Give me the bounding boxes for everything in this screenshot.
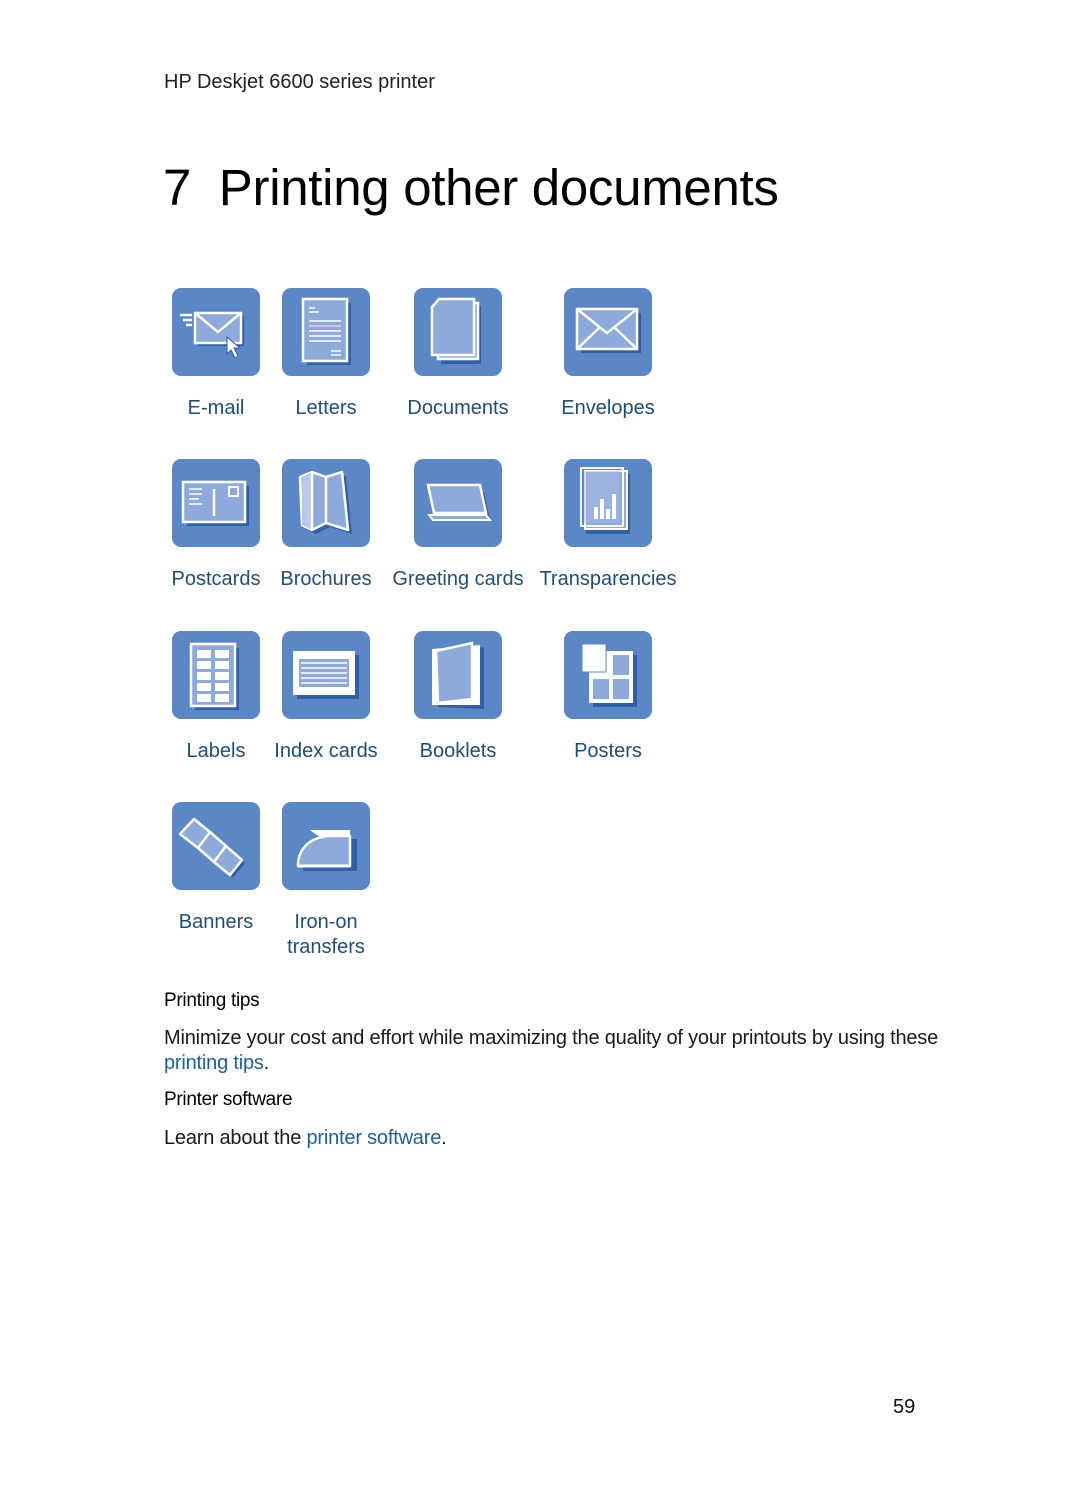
labels-icon (172, 631, 260, 719)
booklet-icon (414, 631, 502, 719)
page-number: 59 (893, 1396, 916, 1418)
poster-icon (564, 631, 652, 719)
tile-transparencies[interactable]: Transparencies (533, 459, 683, 592)
running-header: HP Deskjet 6600 series printer (164, 71, 435, 93)
letter-icon (282, 288, 370, 376)
tile-label: Iron-on transfers (251, 910, 401, 960)
tile-label: Booklets (419, 740, 497, 762)
chapter-title: 7 Printing other documents (163, 159, 779, 216)
printer-software-text: Learn about the (164, 1127, 307, 1149)
tile-booklets[interactable]: Booklets (383, 631, 533, 764)
email-icon (172, 288, 260, 376)
tile-label: Posters (574, 740, 642, 762)
tile-greeting-cards[interactable]: Greeting cards (383, 459, 533, 592)
iron-icon (282, 802, 370, 890)
tile-brochures[interactable]: Brochures (251, 459, 401, 592)
tile-label: Greeting cards (392, 568, 524, 590)
tile-documents[interactable]: Documents (383, 288, 533, 421)
banner-icon (172, 802, 260, 890)
tile-label-line1: Iron-on (294, 911, 358, 933)
postcard-icon (172, 459, 260, 547)
tile-index-cards[interactable]: Index cards (251, 631, 401, 764)
tile-label: Envelopes (561, 397, 655, 419)
printing-tips-paragraph: Minimize your cost and effort while maxi… (164, 1026, 944, 1076)
envelope-icon (564, 288, 652, 376)
tile-envelopes[interactable]: Envelopes (533, 288, 683, 421)
tile-label: Letters (295, 397, 357, 419)
index-card-icon (282, 631, 370, 719)
printing-tips-link[interactable]: printing tips (164, 1052, 264, 1074)
tile-label: Index cards (274, 740, 378, 762)
transparency-icon (564, 459, 652, 547)
printing-tips-text: Minimize your cost and effort while maxi… (164, 1027, 939, 1049)
brochure-icon (282, 459, 370, 547)
greeting-card-icon (414, 459, 502, 547)
tile-label: Transparencies (539, 568, 677, 590)
tile-posters[interactable]: Posters (533, 631, 683, 764)
tile-label: Brochures (280, 568, 372, 590)
tile-label-line2: transfers (287, 936, 365, 958)
printing-tips-text-end: . (263, 1052, 270, 1074)
tile-iron-on-transfers[interactable]: Iron-on transfers (251, 802, 401, 960)
tile-label: Documents (407, 397, 509, 419)
printer-software-heading: Printer software (164, 1089, 293, 1110)
printer-software-text-end: . (441, 1127, 447, 1149)
printing-tips-heading: Printing tips (164, 990, 260, 1011)
tile-letters[interactable]: Letters (251, 288, 401, 421)
printer-software-link[interactable]: printer software (306, 1127, 441, 1149)
printer-software-paragraph: Learn about the printer software. (164, 1126, 944, 1151)
documents-icon (414, 288, 502, 376)
